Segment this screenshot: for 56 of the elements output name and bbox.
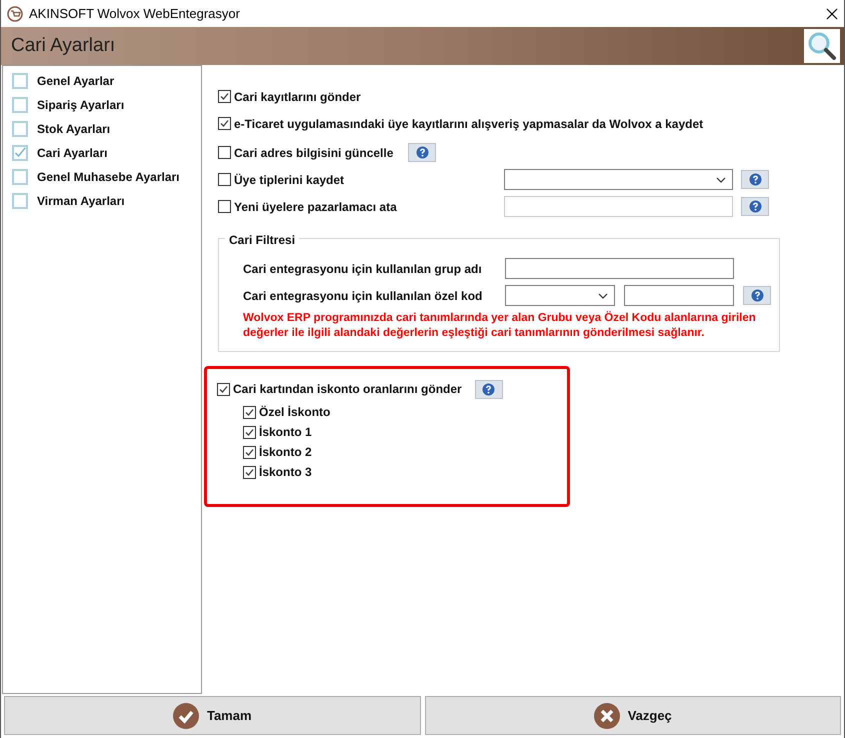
question-icon — [416, 146, 429, 159]
checkbox[interactable] — [243, 446, 256, 458]
check-icon — [172, 702, 199, 728]
option-label: İskonto 1 — [259, 424, 312, 441]
checkbox[interactable] — [218, 117, 231, 130]
option-label: Özel İskonto — [259, 404, 330, 421]
checkbox[interactable] — [243, 406, 256, 418]
option-label: e-Ticaret uygulamasındaki üye kayıtlarını alışveriş yapmasalar da Wolvox a kaydet — [234, 116, 704, 132]
option-label: Cari adres bilgisini güncelle — [234, 144, 394, 162]
input-field[interactable] — [505, 258, 734, 279]
option-label: Üye tiplerini kaydet — [234, 172, 344, 188]
cart-icon — [7, 6, 23, 22]
sidebar-item[interactable]: Genel Ayarlar — [12, 73, 201, 89]
option-label: İskonto 3 — [259, 464, 312, 481]
search-icon — [807, 31, 837, 61]
question-icon — [750, 289, 764, 302]
chevron-down-icon — [598, 292, 608, 298]
checkbox[interactable] — [217, 382, 230, 396]
checkbox[interactable] — [218, 173, 231, 186]
question-icon — [748, 173, 762, 186]
dropdown[interactable] — [504, 169, 733, 190]
checkbox[interactable] — [218, 90, 231, 103]
ok-button[interactable]: Tamam — [4, 696, 420, 735]
help-button[interactable] — [474, 380, 503, 398]
cancel-button[interactable]: Vazgeç — [424, 696, 841, 735]
close-icon — [594, 702, 620, 728]
question-icon — [482, 382, 496, 396]
option-label: Yeni üyelere pazarlamacı ata — [234, 198, 397, 216]
sidebar-item[interactable]: Stok Ayarları — [12, 121, 201, 137]
option-label: Cari kayıtlarını gönder — [234, 88, 361, 106]
help-button[interactable] — [741, 197, 769, 216]
dropdown[interactable] — [505, 285, 615, 306]
question-icon — [748, 200, 762, 213]
help-button[interactable] — [408, 143, 436, 162]
sidebar-item[interactable]: Sipariş Ayarları — [12, 97, 201, 113]
sidebar-item[interactable]: Virman Ayarları — [12, 193, 201, 209]
input-field[interactable] — [504, 196, 733, 217]
info-note: Wolvox ERP programınızda cari tanımlarında yer alan Grubu veya Özel Kodu alanlarına girilen değerler ile ilgili alandaki değerlerin eşleştiği cari tanımlarının gönderilmesi sağlanır. — [243, 311, 757, 341]
input-field[interactable] — [624, 285, 734, 306]
option-label: İskonto 2 — [259, 444, 312, 461]
search-button[interactable] — [804, 29, 840, 63]
checkbox[interactable] — [218, 146, 231, 159]
field-label: Cari entegrasyonu için kullanılan grup adı — [243, 260, 483, 278]
field-label: Cari entegrasyonu için kullanılan özel kod — [243, 288, 484, 304]
chevron-down-icon — [716, 176, 726, 182]
help-button[interactable] — [741, 170, 769, 189]
window-title: AKINSOFT Wolvox WebEntegrasyor — [29, 4, 241, 23]
checkbox[interactable] — [218, 200, 231, 213]
option-label: Cari kartından iskonto oranlarını gönder — [233, 381, 462, 398]
page-title: Cari Ayarları — [11, 34, 116, 58]
sidebar-item[interactable]: Genel Muhasebe Ayarları — [12, 169, 201, 185]
sidebar-item[interactable]: Cari Ayarları — [12, 145, 201, 161]
checkbox[interactable] — [243, 466, 256, 478]
checkbox[interactable] — [243, 426, 256, 438]
close-icon[interactable] — [826, 8, 838, 20]
help-button[interactable] — [743, 286, 771, 305]
